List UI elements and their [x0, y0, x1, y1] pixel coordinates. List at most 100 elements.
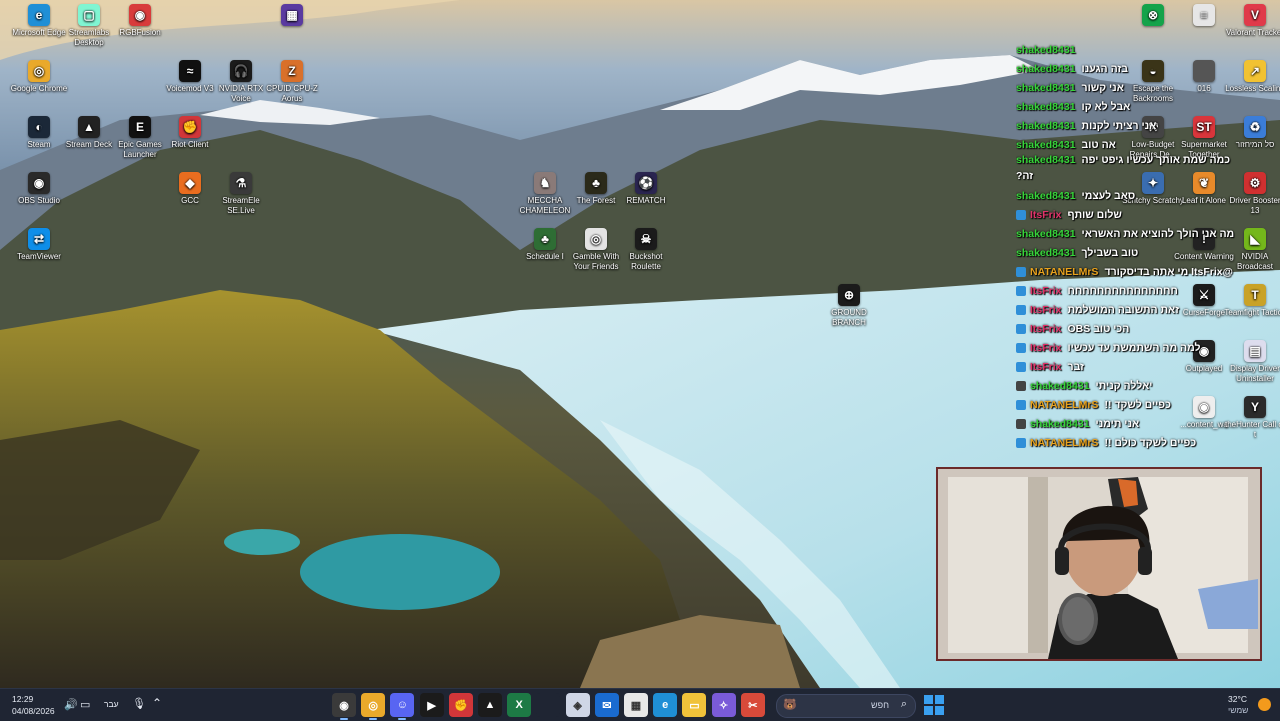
desktop-shortcut-label: Valorant Tracker	[1225, 28, 1280, 37]
desktop-shortcut-label: RGBFusion	[119, 28, 161, 37]
chat-text-continued: ?זה	[1016, 170, 1034, 182]
stream-deck-taskbar-icon[interactable]: ▲	[478, 693, 502, 717]
desktop-shortcut-teamviewer[interactable]: ⇄ TeamViewer	[8, 228, 70, 262]
desktop-shortcut-label: REMATCH	[626, 196, 666, 205]
desktop-shortcut-chrome[interactable]: ◎ Google Chrome	[8, 60, 70, 94]
chat-username: NATANELMrS	[1030, 436, 1099, 449]
chat-text: אה טוב	[1081, 138, 1116, 151]
volume-icon[interactable]: 🔊	[64, 698, 78, 711]
rgbfusion-icon: ◉	[129, 4, 151, 26]
chat-username: shaked8431	[1016, 119, 1076, 132]
search-highlight-icon: 🐻	[783, 699, 797, 711]
recycle-bin-icon: ♻	[1244, 116, 1266, 138]
cube-taskbar-icon[interactable]: ◈	[565, 693, 590, 717]
desktop-shortcut-groundbranch[interactable]: ⊕ GROUND BRANCH	[818, 284, 880, 328]
explorer-taskbar-icon[interactable]: ▭	[682, 693, 707, 717]
desktop-shortcut-obs[interactable]: ◉ OBS Studio	[8, 172, 70, 206]
driver-booster-icon: ⚙	[1244, 172, 1266, 194]
chat-message: shaked8431 אה טוב	[1016, 135, 1238, 154]
chat-badge-icon	[1016, 285, 1026, 296]
desktop-shortcut-riot[interactable]: ✊ Riot Client	[159, 116, 221, 150]
chat-username: shaked8431	[1016, 154, 1076, 166]
riot-client-icon: ✊	[179, 116, 201, 138]
chat-badge-icon	[1016, 209, 1026, 220]
chat-badge-icon	[1016, 361, 1026, 372]
gcc-icon: ◆	[179, 172, 201, 194]
chat-text: למה מה השתמשת עד עכשיו	[1067, 341, 1201, 354]
desktop-shortcut-rematch[interactable]: ⚽ REMATCH	[615, 172, 677, 206]
search-icon: ⌕	[900, 698, 907, 710]
thehunter-icon: Y	[1244, 396, 1266, 418]
network-icon[interactable]: ▭	[80, 698, 90, 711]
chat-text: אבל לא קו	[1081, 100, 1131, 113]
chat-username: shaked8431	[1016, 81, 1076, 94]
chat-message: shaked8431 מה אני הולך להוציא את האשראי	[1016, 224, 1238, 243]
unknown-taskbar-icon[interactable]	[536, 693, 561, 717]
weather-widget[interactable]: 32°C שמשי	[1222, 693, 1278, 717]
chat-text: חחחחחחחחחחחחחחח	[1067, 284, 1178, 297]
chevron-up-icon[interactable]: ⌃	[152, 696, 162, 710]
snipping-taskbar-icon[interactable]: ✂	[740, 693, 765, 717]
chat-message: shaked8431 יאללה קניתי	[1016, 376, 1238, 395]
chat-username: shaked8431	[1016, 227, 1076, 240]
excel-taskbar-icon[interactable]: X	[507, 693, 532, 717]
document-icon: ≡	[1193, 4, 1215, 26]
buckshot-roulette-icon: ☠	[635, 228, 657, 250]
desktop-shortcut-toppurple[interactable]: ▦	[261, 4, 323, 28]
desktop-shortcut-streamelements[interactable]: ⚗ StreamEle SE.Live	[210, 172, 272, 216]
chat-message: ItsFrix זאת התשובה המושלמת	[1016, 300, 1238, 319]
cpuz-icon: Z	[281, 60, 303, 82]
outlook-taskbar-icon[interactable]: ✉	[594, 693, 619, 717]
windows-logo-icon	[924, 695, 933, 704]
chrome-taskbar-icon[interactable]: ◎	[361, 693, 386, 720]
sun-icon	[1258, 698, 1271, 711]
copilot-taskbar-icon[interactable]: ✧	[711, 693, 736, 717]
clock-time[interactable]: 12:29	[12, 694, 33, 704]
desktop-shortcut-label: Riot Client	[171, 140, 209, 149]
chat-username: shaked8431	[1016, 62, 1076, 75]
chat-text: הכי טוב OBS	[1067, 322, 1130, 335]
nvidia-rtx-voice-icon: 🎧	[230, 60, 252, 82]
language-indicator[interactable]: עבר	[104, 699, 119, 709]
desktop-shortcut-right-2[interactable]: V Valorant Tracker	[1224, 4, 1280, 38]
chat-badge-icon	[1016, 399, 1026, 410]
chat-message: ItsFrix למה מה השתמשת עד עכשיו	[1016, 338, 1238, 357]
chat-message: shaked8431 בזה הגענו	[1016, 59, 1238, 78]
chat-username: shaked8431	[1016, 43, 1076, 56]
weather-temp: 32°C	[1228, 694, 1247, 704]
microphone-icon[interactable]: 🎙	[132, 697, 146, 710]
valorant-tracker-icon: V	[1244, 4, 1266, 26]
start-button[interactable]	[924, 695, 944, 715]
chat-badge-icon	[1016, 342, 1026, 353]
obs-taskbar-icon[interactable]: ◉	[332, 693, 356, 720]
chat-message: ItsFrix חחחחחחחחחחחחחחח	[1016, 281, 1238, 300]
store-taskbar-icon[interactable]: ▦	[624, 693, 648, 717]
taskbar-search[interactable]: 🐻 חפש ⌕	[776, 694, 916, 718]
desktop-shortcut-cpuid[interactable]: Z CPUID CPU-Z Aorus	[261, 60, 323, 104]
chat-text: @ItsFrix מי אתה בדיסקורד	[1104, 265, 1233, 278]
chat-message: shaked8431 אני רציתי לקנות	[1016, 116, 1238, 135]
edge-icon: e	[28, 4, 50, 26]
chat-username: ItsFrix	[1030, 208, 1062, 221]
search-placeholder: חפש	[871, 700, 889, 710]
streamelements-icon: ⚗	[230, 172, 252, 194]
chat-username: shaked8431	[1030, 379, 1090, 392]
chat-text: מה אני הולך להוציא את האשראי	[1081, 227, 1235, 240]
chrome-icon: ◎	[28, 60, 50, 82]
desktop-shortcut-label: Google Chrome	[10, 84, 68, 93]
riot-taskbar-icon[interactable]: ✊	[448, 693, 473, 717]
gamble-icon: ◎	[585, 228, 607, 250]
desktop-shortcut-rgbfusion[interactable]: ◉ RGBFusion	[109, 4, 171, 38]
clock-date[interactable]: 04/08/2026	[12, 706, 55, 716]
weather-desc: שמשי	[1228, 705, 1249, 715]
teamviewer-icon: ⇄	[28, 228, 50, 250]
discord-taskbar-icon[interactable]: ☺	[390, 693, 415, 720]
chat-badge-icon	[1016, 380, 1026, 391]
chat-username: NATANELMrS	[1030, 265, 1099, 278]
desktop-shortcut-buckshot[interactable]: ☠ Buckshot Roulette	[615, 228, 677, 272]
chat-text: בזה הגענו	[1081, 62, 1129, 75]
epic-games-icon: E	[129, 116, 151, 138]
edge-taskbar-icon[interactable]: e	[653, 693, 678, 717]
desktop-shortcut-label: StreamEle SE.Live	[222, 196, 260, 215]
nvidia-taskbar-icon[interactable]: ▶	[419, 693, 444, 717]
